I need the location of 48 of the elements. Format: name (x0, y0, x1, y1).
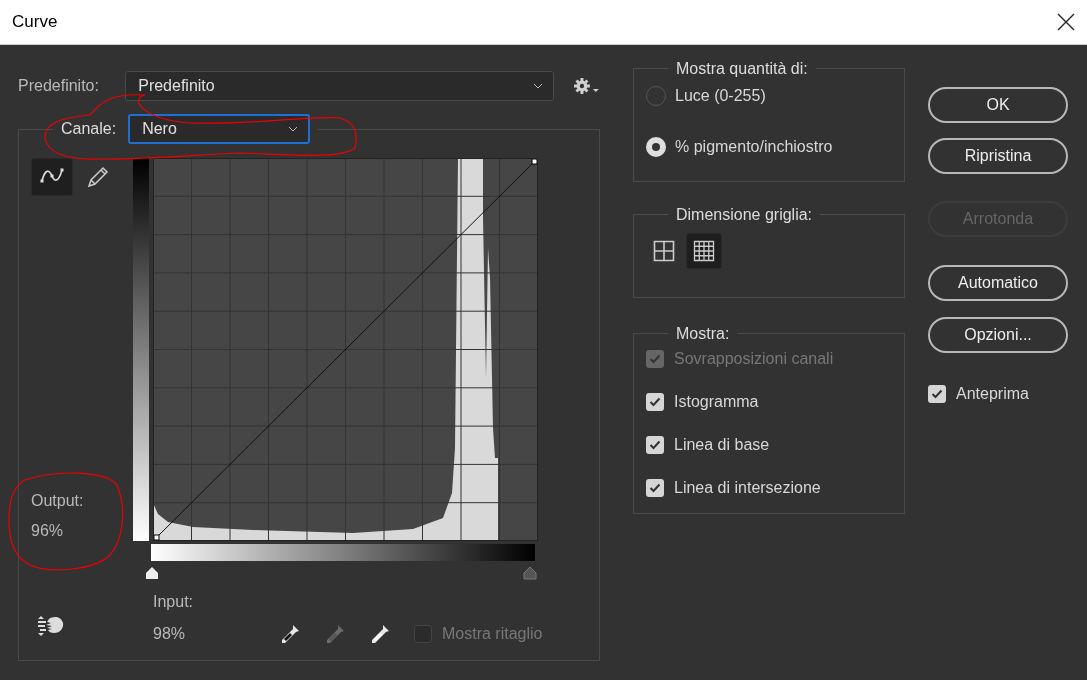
checkbox-label: Mostra ritaglio (442, 624, 543, 644)
checkmark-icon (649, 354, 661, 365)
checkbox-label: Istogramma (674, 392, 759, 413)
checkmark-icon (649, 483, 661, 494)
checkbox[interactable] (646, 436, 664, 455)
dialog-button[interactable]: Opzioni... (928, 317, 1068, 353)
preset-label: Predefinito: (18, 76, 100, 96)
checkmark-icon (649, 440, 661, 451)
pencil-icon (85, 165, 111, 189)
close-icon[interactable] (1057, 13, 1075, 31)
checkbox[interactable] (646, 479, 664, 498)
grid-simple-icon (653, 240, 675, 263)
window-title: Curve (12, 11, 58, 34)
dialog-button[interactable]: OK (928, 87, 1068, 123)
radio-dot-icon (652, 143, 660, 152)
preset-dropdown[interactable]: Predefinito (125, 71, 555, 101)
chevron-icon (533, 83, 544, 89)
checkmark-icon (649, 397, 661, 408)
chevron-icon (288, 126, 299, 132)
group-title: Dimensione griglia: (675, 205, 814, 225)
group-title: Mostra quantità di: (675, 59, 809, 79)
slider-handle[interactable] (145, 566, 159, 580)
channel-dropdown[interactable]: Nero (128, 114, 311, 144)
input-label: Input: (153, 592, 195, 612)
checkbox[interactable] (928, 385, 946, 403)
checkbox[interactable] (646, 393, 664, 412)
output-value: 96% (31, 521, 65, 541)
curve-point[interactable] (153, 534, 160, 541)
curve-point[interactable] (531, 158, 538, 165)
checkbox-label: Anteprima (956, 384, 1029, 404)
hand-arrows-icon[interactable] (37, 615, 65, 637)
output-label: Output: (31, 491, 85, 511)
dialog-button[interactable]: Ripristina (928, 138, 1068, 174)
grid-detailed-button[interactable] (686, 233, 722, 270)
radio-button[interactable] (646, 137, 666, 158)
channel-label: Canale: (61, 119, 117, 139)
radio-label: Luce (0-255) (675, 86, 766, 107)
checkbox-label: Linea di base (674, 435, 770, 456)
radio-label: % pigmento/inchiostro (675, 137, 833, 158)
checkmark-icon (931, 389, 943, 399)
checkbox-label: Linea di intersezione (674, 478, 821, 499)
slider-handle[interactable] (523, 566, 537, 580)
grid-detailed-icon (693, 240, 715, 263)
group-title: Mostra: (675, 324, 731, 344)
dialog-button[interactable]: Automatico (928, 265, 1068, 301)
gear-icon[interactable] (574, 77, 600, 95)
input-value: 98% (153, 624, 187, 644)
checkbox-label: Sovrapposizioni canali (674, 349, 834, 370)
